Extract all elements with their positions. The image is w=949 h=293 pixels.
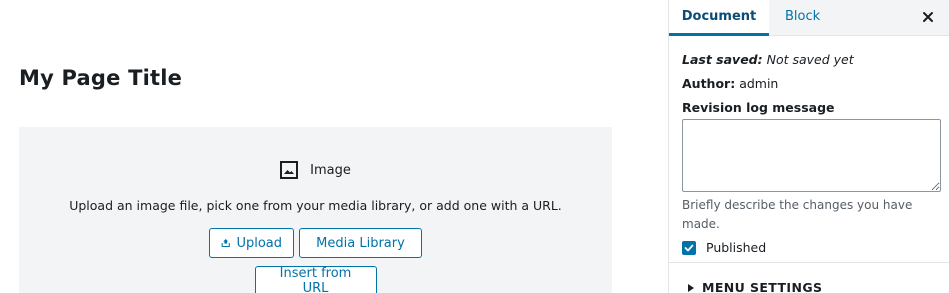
upload-button[interactable]: Upload xyxy=(209,228,294,258)
image-icon xyxy=(280,161,299,179)
published-row: Published xyxy=(682,240,766,255)
close-icon[interactable] xyxy=(920,9,936,25)
checkmark-icon xyxy=(684,244,694,251)
sidebar-divider xyxy=(669,262,949,263)
image-block-actions: Upload Media Library xyxy=(19,228,612,258)
image-block-title: Image xyxy=(310,162,351,178)
author-row: Author: admin xyxy=(682,76,778,91)
last-saved-label: Last saved: xyxy=(682,52,763,67)
author-label: Author: xyxy=(682,76,736,91)
tab-block-label: Block xyxy=(785,9,821,24)
published-label: Published xyxy=(706,240,767,255)
upload-button-label: Upload xyxy=(236,235,282,251)
tab-block[interactable]: Block xyxy=(785,0,820,36)
image-block-instructions: Upload an image file, pick one from your… xyxy=(69,198,562,213)
tab-document[interactable]: Document xyxy=(669,0,769,36)
upload-icon xyxy=(221,238,230,248)
revision-log-label: Revision log message xyxy=(682,100,835,115)
revision-log-help: Briefly describe the changes you have ma… xyxy=(682,198,913,231)
menu-settings-label: MENU SETTINGS xyxy=(702,280,823,293)
image-block-placeholder[interactable]: Image Upload an image file, pick one fro… xyxy=(19,127,612,293)
page-title[interactable]: My Page Title xyxy=(19,66,182,90)
last-saved-status: Last saved: Not saved yet xyxy=(682,52,854,67)
published-checkbox[interactable] xyxy=(682,240,696,255)
author-value: admin xyxy=(739,76,779,91)
media-library-button-label: Media Library xyxy=(316,235,405,251)
revision-log-textarea[interactable] xyxy=(682,119,941,192)
caret-right-icon xyxy=(688,283,694,292)
sidebar-tabs: Document Block xyxy=(669,0,949,36)
editor-canvas: My Page Title Image Upload an image file… xyxy=(0,0,668,293)
last-saved-value: Not saved yet xyxy=(766,52,854,67)
settings-sidebar: Document Block Last saved: Not saved yet… xyxy=(668,0,949,293)
insert-from-url-button-label: Insert from URL xyxy=(279,266,352,293)
image-block-url-action: Insert from URL xyxy=(19,266,612,293)
menu-settings-toggle[interactable]: MENU SETTINGS xyxy=(688,280,822,293)
media-library-button[interactable]: Media Library xyxy=(299,228,422,258)
image-block-header: Image xyxy=(19,161,612,179)
insert-from-url-button[interactable]: Insert from URL xyxy=(254,266,377,293)
tab-document-label: Document xyxy=(681,9,757,24)
